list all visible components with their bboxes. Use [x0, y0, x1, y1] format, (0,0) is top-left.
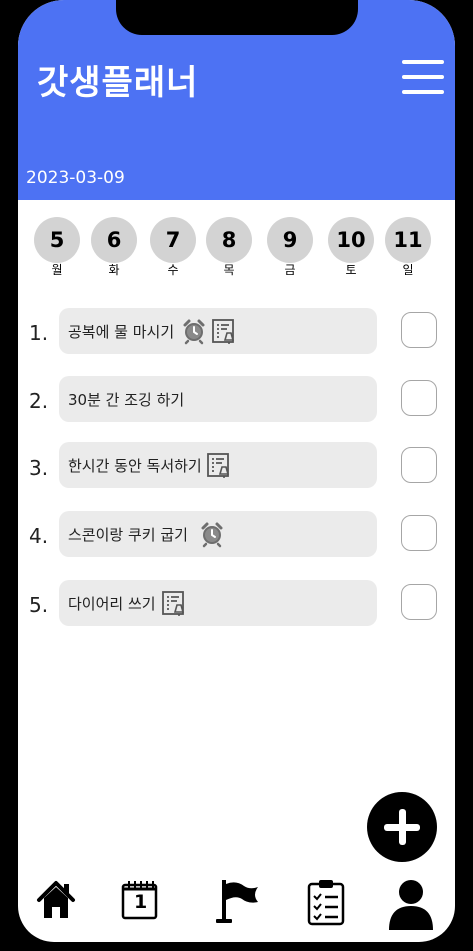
day-thu[interactable]: 8 목 [206, 217, 252, 277]
task-item[interactable]: 30분 간 조깅 하기 [59, 376, 377, 422]
weekday-label: 금 [284, 263, 296, 277]
checklist-icon[interactable] [307, 878, 345, 930]
day-sun[interactable]: 11 일 [385, 217, 431, 277]
weekday-label: 수 [167, 263, 179, 277]
task-item[interactable]: 한시간 동안 독서하기 [59, 442, 377, 488]
day-number: 9 [267, 217, 313, 263]
task-number: 1. [29, 321, 49, 345]
weekday-label: 월 [51, 263, 63, 277]
weekday-label: 토 [345, 263, 357, 277]
day-tue[interactable]: 6 화 [91, 217, 137, 277]
task-checkbox[interactable] [401, 312, 437, 348]
task-checkbox[interactable] [401, 380, 437, 416]
day-number: 10 [328, 217, 374, 263]
menu-icon [402, 60, 444, 64]
day-wed[interactable]: 7 수 [150, 217, 196, 277]
task-number: 3. [29, 456, 49, 480]
task-checkbox[interactable] [401, 447, 437, 483]
memo-icon[interactable] [205, 451, 233, 479]
day-mon[interactable]: 5 월 [34, 217, 80, 277]
calendar-icon-day: 1 [134, 891, 148, 913]
day-number: 7 [150, 217, 196, 263]
day-number: 8 [206, 217, 252, 263]
profile-icon[interactable] [387, 878, 435, 934]
task-text: 스콘이랑 쿠키 굽기 [68, 525, 188, 544]
app-title: 갓생플래너 [37, 63, 199, 103]
task-item[interactable]: 공복에 물 마시기 [59, 308, 377, 354]
task-checkbox[interactable] [401, 515, 437, 551]
day-number: 11 [385, 217, 431, 263]
current-date: 2023-03-09 [26, 168, 125, 188]
day-sat[interactable]: 10 토 [328, 217, 374, 277]
day-fri[interactable]: 9 금 [267, 217, 313, 277]
phone-screen: 갓생플래너 2023-03-09 5 월 6 화 7 수 8 목 9 금 10 … [18, 0, 455, 942]
task-item[interactable]: 다이어리 쓰기 [59, 580, 377, 626]
task-number: 4. [29, 524, 49, 548]
alarm-icon[interactable] [180, 317, 208, 345]
task-checkbox[interactable] [401, 584, 437, 620]
notch [116, 0, 358, 35]
task-number: 2. [29, 389, 49, 413]
flag-icon[interactable] [214, 878, 260, 928]
menu-icon-line [402, 75, 444, 79]
memo-icon[interactable] [160, 589, 188, 617]
day-number: 6 [91, 217, 137, 263]
task-text: 30분 간 조깅 하기 [68, 390, 185, 409]
add-task-button[interactable] [367, 792, 437, 862]
task-number: 5. [29, 593, 49, 617]
menu-icon-line [402, 90, 444, 94]
day-number: 5 [34, 217, 80, 263]
task-text: 다이어리 쓰기 [68, 594, 156, 613]
weekday-label: 일 [402, 263, 414, 277]
menu-button[interactable] [402, 60, 446, 94]
alarm-icon[interactable] [198, 520, 226, 548]
weekday-label: 화 [108, 263, 120, 277]
memo-icon[interactable] [210, 317, 238, 345]
weekday-label: 목 [223, 263, 235, 277]
task-text: 공복에 물 마시기 [68, 322, 175, 341]
task-text: 한시간 동안 독서하기 [68, 456, 202, 475]
calendar-icon[interactable]: 1 [120, 878, 160, 924]
home-icon[interactable] [36, 878, 76, 924]
task-item[interactable]: 스콘이랑 쿠키 굽기 [59, 511, 377, 557]
